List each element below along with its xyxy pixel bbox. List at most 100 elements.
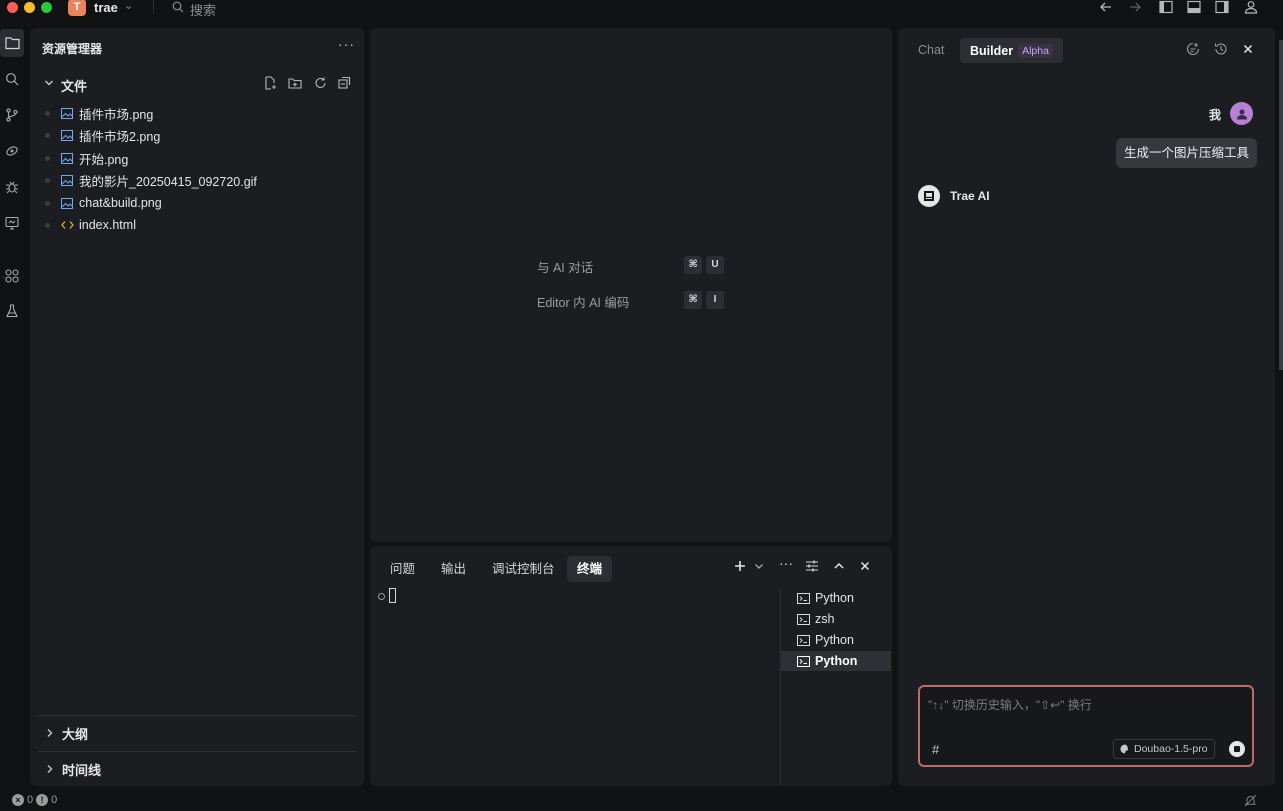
chat-input[interactable]: "↑↓" 切换历史输入，"⇧↩" 换行 [928, 696, 1092, 713]
global-search-input[interactable]: 搜索 [190, 0, 216, 19]
tab-debug-console[interactable]: 调试控制台 [482, 556, 565, 582]
error-count: 0 [27, 794, 34, 806]
tab-builder[interactable]: Builder Alpha [960, 38, 1063, 63]
extensions-icon[interactable] [0, 262, 24, 290]
history-icon[interactable] [1214, 42, 1228, 59]
forward-arrow-icon[interactable] [1128, 0, 1142, 17]
file-item[interactable]: 开始.png [44, 147, 354, 169]
back-arrow-icon[interactable] [1099, 0, 1113, 17]
terminal-status-icon [378, 593, 385, 600]
file-name: index.html [79, 218, 136, 232]
toggle-right-sidebar-icon[interactable] [1215, 0, 1229, 17]
shortcut-key: U [706, 256, 724, 274]
image-file-icon [60, 196, 74, 210]
editor-area[interactable]: 与 AI 对话 ⌘ U Editor 内 AI 编码 ⌘ I [370, 28, 892, 542]
collapse-all-icon[interactable] [338, 76, 351, 93]
bottom-panel: 问题 输出 调试控制台 终端 ··· Python zsh Python Pyt… [370, 546, 892, 786]
file-indent-dot [45, 132, 50, 138]
minimize-window-button[interactable] [24, 2, 35, 13]
account-icon[interactable] [1244, 0, 1258, 17]
shortcut-key: I [706, 291, 724, 309]
notifications-muted-icon[interactable] [1244, 794, 1257, 810]
maximize-panel-icon[interactable] [833, 559, 845, 575]
terminal-item[interactable]: Python [781, 588, 891, 608]
image-file-icon [60, 128, 74, 142]
activity-bar [0, 28, 24, 788]
file-indent-dot [45, 110, 50, 116]
preview-icon[interactable] [0, 209, 24, 237]
terminal-item-active[interactable]: Python [781, 651, 891, 671]
terminal-icon [797, 592, 810, 604]
chevron-down-icon[interactable]: ⌄ [124, 0, 133, 12]
search-icon[interactable] [0, 65, 24, 93]
chevron-down-icon[interactable] [44, 76, 54, 93]
warning-icon: ! [36, 794, 49, 806]
stop-button[interactable] [1229, 741, 1245, 757]
code-file-icon [60, 218, 74, 232]
files-section-title[interactable]: 文件 [61, 76, 87, 95]
file-item[interactable]: index.html [44, 214, 354, 236]
error-icon: × [12, 794, 24, 806]
terminal-name: zsh [815, 612, 835, 626]
debug-icon[interactable] [0, 173, 24, 201]
tab-terminal[interactable]: 终端 [567, 556, 613, 582]
tab-output[interactable]: 输出 [431, 556, 476, 582]
problems-status[interactable]: × 0 ! 0 [12, 794, 57, 806]
new-chat-icon[interactable] [1186, 42, 1200, 59]
model-selector[interactable]: Doubao-1.5-pro [1113, 739, 1215, 759]
project-badge[interactable]: T [68, 0, 86, 16]
testing-flask-icon[interactable] [0, 297, 24, 325]
outline-section[interactable]: 大纲 [38, 715, 356, 751]
alpha-badge: Alpha [1018, 43, 1053, 58]
search-icon[interactable] [172, 1, 184, 16]
terminal-list: Python zsh Python Python [780, 588, 892, 786]
close-window-button[interactable] [7, 2, 18, 13]
refresh-icon[interactable] [314, 76, 327, 93]
new-folder-icon[interactable] [288, 76, 302, 93]
terminal-item[interactable]: zsh [781, 609, 891, 629]
more-actions-icon[interactable]: ··· [779, 555, 793, 571]
chevron-right-icon [46, 762, 54, 777]
terminal-cursor[interactable] [389, 588, 396, 603]
hint-label: 与 AI 对话 [537, 261, 594, 275]
context-hash-button[interactable]: # [932, 742, 939, 757]
file-name: 开始.png [79, 152, 129, 167]
close-chat-icon[interactable] [1242, 42, 1254, 59]
project-name[interactable]: trae [94, 0, 118, 15]
file-item[interactable]: 我的影片_20250415_092720.gif [44, 169, 354, 191]
toggle-bottom-panel-icon[interactable] [1187, 0, 1201, 17]
terminal-settings-icon[interactable] [805, 559, 819, 575]
explorer-icon[interactable] [0, 29, 24, 57]
chat-input-box[interactable]: "↑↓" 切换历史输入，"⇧↩" 换行 # Doubao-1.5-pro [918, 685, 1254, 767]
doubao-model-icon [1120, 744, 1130, 754]
user-message-bubble: 生成一个图片压缩工具 [1116, 138, 1258, 168]
maximize-window-button[interactable] [41, 2, 52, 13]
outline-section-title: 大纲 [62, 727, 89, 742]
new-file-icon[interactable] [264, 76, 277, 93]
explorer-panel: 资源管理器 ··· 文件 插件市场.png 插件市场2.png 开始.png 我… [30, 28, 364, 786]
file-indent-dot [45, 155, 50, 161]
chevron-down-icon[interactable] [754, 559, 764, 575]
add-terminal-icon[interactable] [734, 559, 746, 575]
remote-icon[interactable] [0, 137, 24, 165]
file-item[interactable]: 插件市场.png [44, 102, 354, 124]
more-actions-icon[interactable]: ··· [338, 36, 355, 52]
tab-chat[interactable]: Chat [918, 43, 944, 57]
close-panel-icon[interactable] [859, 559, 871, 575]
trae-ai-logo-icon [918, 185, 940, 207]
file-indent-dot [45, 177, 50, 183]
terminal-item[interactable]: Python [781, 630, 891, 650]
toggle-left-sidebar-icon[interactable] [1159, 0, 1173, 17]
user-label: 我 [1209, 108, 1222, 122]
file-item[interactable]: chat&build.png [44, 192, 354, 214]
status-bar: × 0 ! 0 [0, 790, 1283, 811]
ai-chat-panel: Chat Builder Alpha 我 生成一个图片压缩工具 Trae AI … [898, 28, 1275, 786]
file-indent-dot [45, 222, 50, 228]
source-control-icon[interactable] [0, 101, 24, 129]
file-item[interactable]: 插件市场2.png [44, 124, 354, 146]
shortcut-key: ⌘ [684, 256, 702, 274]
ai-assistant-name: Trae AI [950, 189, 990, 203]
file-name: chat&build.png [79, 196, 162, 210]
timeline-section[interactable]: 时间线 [38, 751, 356, 787]
tab-problems[interactable]: 问题 [380, 556, 425, 582]
